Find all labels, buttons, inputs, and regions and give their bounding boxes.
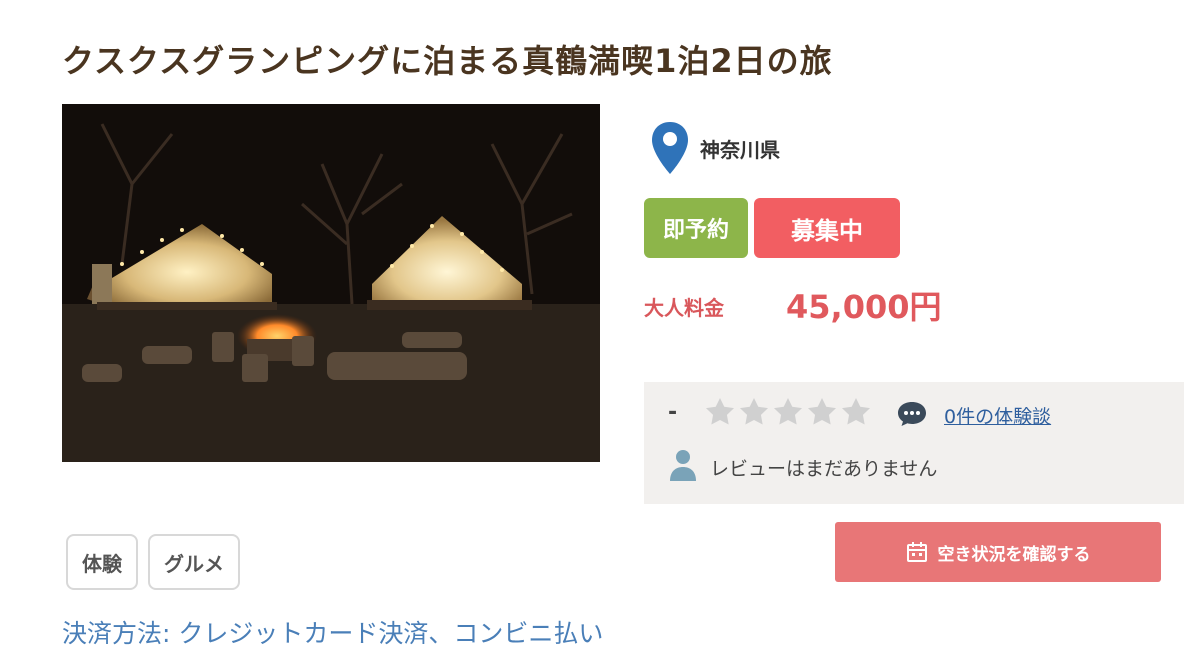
location: 神奈川県	[650, 120, 780, 176]
star-icon	[706, 398, 734, 425]
price-value: 45,000円	[786, 288, 942, 326]
prefecture-label: 神奈川県	[700, 137, 780, 162]
tag-experience[interactable]: 体験	[66, 534, 138, 590]
review-score: -	[668, 400, 678, 425]
main-photo	[62, 104, 600, 462]
calendar-icon	[906, 542, 927, 562]
star-icon	[774, 398, 802, 425]
check-availability-button[interactable]: 空き状況を確認する	[835, 522, 1161, 582]
check-availability-label: 空き状況を確認する	[937, 544, 1091, 565]
payment-methods: 決済方法: クレジットカード決済、コンビニ払い	[62, 619, 604, 648]
map-pin-icon	[652, 122, 688, 174]
experience-count-link[interactable]: 0件の体験談	[944, 402, 1051, 429]
instant-booking-badge: 即予約	[644, 198, 748, 258]
star-icon	[740, 398, 768, 425]
user-icon	[670, 450, 696, 481]
badges: 即予約 募集中	[644, 198, 900, 258]
no-review-message: レビューはまだありません	[710, 458, 938, 480]
category-tags: 体験 グルメ	[66, 534, 240, 590]
price-label: 大人料金	[644, 296, 724, 320]
tag-gourmet[interactable]: グルメ	[148, 534, 240, 590]
star-rating	[704, 396, 872, 428]
star-icon	[808, 398, 836, 425]
recruiting-status-badge: 募集中	[754, 198, 900, 258]
star-icon	[842, 398, 870, 425]
page-title: クスクスグランピングに泊まる真鶴満喫1泊2日の旅	[62, 42, 833, 80]
review-summary: - 0件の体験談 レビューはまだありません	[644, 382, 1184, 504]
chat-bubble-icon	[898, 402, 926, 426]
